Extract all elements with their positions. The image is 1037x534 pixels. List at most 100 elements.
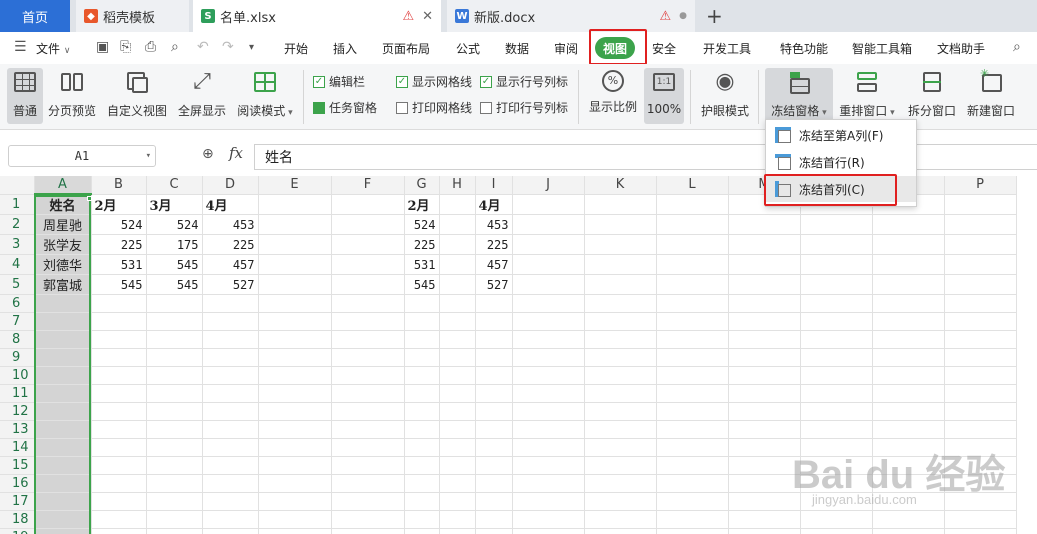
cell[interactable]	[475, 312, 513, 331]
cell[interactable]	[475, 402, 513, 421]
cell[interactable]	[584, 234, 657, 255]
cell[interactable]	[258, 420, 332, 439]
cell[interactable]: 527	[202, 274, 259, 295]
cell[interactable]	[944, 234, 1017, 255]
cell[interactable]	[800, 330, 873, 349]
column-header-B[interactable]: B	[91, 176, 147, 195]
cell[interactable]: 527	[475, 274, 513, 295]
cell[interactable]	[728, 274, 801, 295]
cell[interactable]	[258, 312, 332, 331]
cell[interactable]	[202, 312, 259, 331]
cell[interactable]	[584, 510, 657, 529]
cell[interactable]	[258, 474, 332, 493]
cell[interactable]: 545	[146, 254, 203, 275]
column-header-J[interactable]: J	[512, 176, 585, 195]
cell[interactable]	[944, 402, 1017, 421]
cell[interactable]	[872, 438, 945, 457]
export-icon[interactable]: ⎘	[120, 39, 131, 55]
new-window-button[interactable]: ✳ 新建窗口	[964, 68, 1018, 124]
cell[interactable]	[439, 274, 476, 295]
cell[interactable]	[91, 438, 147, 457]
row-header[interactable]: 2	[0, 214, 35, 235]
cell[interactable]	[656, 234, 729, 255]
cell[interactable]	[944, 312, 1017, 331]
freeze-panes-button[interactable]: 冻结窗格 ▾	[765, 68, 833, 124]
cell[interactable]	[944, 492, 1017, 511]
cell[interactable]	[728, 312, 801, 331]
cell[interactable]	[439, 214, 476, 235]
cell[interactable]	[944, 214, 1017, 235]
cell[interactable]	[146, 294, 203, 313]
column-header-A[interactable]: A	[34, 176, 92, 195]
cell[interactable]	[404, 456, 440, 475]
cell[interactable]	[439, 528, 476, 534]
cell[interactable]	[258, 456, 332, 475]
cell[interactable]: 3月	[146, 194, 203, 215]
menu-security[interactable]: 安全	[652, 40, 676, 57]
cell[interactable]	[656, 384, 729, 403]
cell[interactable]	[656, 214, 729, 235]
cell[interactable]	[584, 492, 657, 511]
fx-icon[interactable]: fx	[229, 144, 243, 162]
cell[interactable]	[656, 348, 729, 367]
save-icon[interactable]: ▣	[96, 39, 109, 55]
cell[interactable]	[258, 254, 332, 275]
fill-handle[interactable]	[87, 196, 92, 201]
cell[interactable]	[872, 214, 945, 235]
row-header[interactable]: 9	[0, 348, 35, 367]
cell[interactable]	[800, 366, 873, 385]
cell[interactable]	[944, 456, 1017, 475]
cell[interactable]	[91, 330, 147, 349]
row-header[interactable]: 17	[0, 492, 35, 511]
cell[interactable]	[331, 366, 405, 385]
cell[interactable]	[146, 330, 203, 349]
cell[interactable]	[404, 294, 440, 313]
cell[interactable]	[944, 194, 1017, 215]
cell[interactable]	[584, 528, 657, 534]
cell[interactable]	[475, 438, 513, 457]
cell[interactable]	[258, 510, 332, 529]
cell[interactable]	[872, 294, 945, 313]
cell[interactable]	[91, 402, 147, 421]
cell[interactable]	[728, 348, 801, 367]
menu-file[interactable]: 文件 ∨	[36, 40, 70, 57]
cell[interactable]	[439, 492, 476, 511]
cell[interactable]	[258, 214, 332, 235]
cell[interactable]	[258, 366, 332, 385]
cell[interactable]	[202, 438, 259, 457]
cell[interactable]	[439, 420, 476, 439]
cell[interactable]	[439, 384, 476, 403]
menu-item-freeze-first-row[interactable]: 冻结首行(R)	[766, 149, 916, 175]
cell[interactable]	[656, 312, 729, 331]
cell[interactable]: 225	[91, 234, 147, 255]
cell[interactable]	[800, 254, 873, 275]
cell[interactable]	[404, 384, 440, 403]
column-header-E[interactable]: E	[258, 176, 332, 195]
cell[interactable]	[202, 402, 259, 421]
cell[interactable]: 姓名	[34, 194, 92, 215]
print-preview-icon[interactable]: ⌕	[171, 39, 179, 55]
cell[interactable]: 周星驰	[34, 214, 92, 235]
cell[interactable]: 张学友	[34, 234, 92, 255]
cell[interactable]	[584, 420, 657, 439]
column-header-P[interactable]: P	[944, 176, 1017, 195]
cell[interactable]	[404, 366, 440, 385]
reading-mode-button[interactable]: 阅读模式 ▾	[234, 68, 296, 124]
cell[interactable]	[439, 438, 476, 457]
cell[interactable]: 4月	[475, 194, 513, 215]
menu-formulas[interactable]: 公式	[456, 40, 480, 57]
cell[interactable]	[512, 348, 585, 367]
cell[interactable]	[146, 510, 203, 529]
cell[interactable]: 郭富城	[34, 274, 92, 295]
cell[interactable]	[512, 254, 585, 275]
cell[interactable]	[475, 348, 513, 367]
cell[interactable]	[512, 234, 585, 255]
cell[interactable]: 175	[146, 234, 203, 255]
cell[interactable]	[728, 214, 801, 235]
cell[interactable]	[656, 510, 729, 529]
cell[interactable]	[331, 294, 405, 313]
cell[interactable]	[872, 254, 945, 275]
cell[interactable]	[202, 492, 259, 511]
cell[interactable]	[512, 312, 585, 331]
cell[interactable]	[202, 384, 259, 403]
